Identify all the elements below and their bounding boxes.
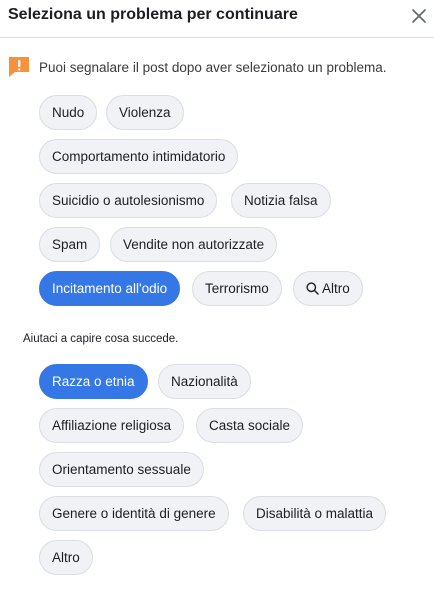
chip-label: Disabilità o malattia: [256, 506, 374, 521]
chip-label: Comportamento intimidatorio: [52, 149, 226, 164]
chip-label: Incitamento all'odio: [52, 281, 168, 296]
chip-label: Casta sociale: [209, 418, 291, 433]
subcategory-chip-nazionalita[interactable]: Nazionalità: [158, 364, 251, 399]
chip-label: Notizia falsa: [244, 193, 318, 208]
chip-label: Suicidio o autolesionismo: [52, 193, 205, 208]
chip-label: Altro: [322, 281, 350, 296]
problem-chip-comportamento-intimidatorio[interactable]: Comportamento intimidatorio: [39, 139, 239, 174]
subcategory-chip-razza-etnia[interactable]: Razza o etnia: [39, 364, 148, 399]
problem-chip-incitamento-odio[interactable]: Incitamento all'odio: [39, 271, 181, 306]
problem-chip-suicidio[interactable]: Suicidio o autolesionismo: [39, 183, 218, 218]
problem-chip-violenza[interactable]: Violenza: [106, 95, 184, 130]
chip-label: Terrorismo: [205, 281, 269, 296]
chip-label: Violenza: [119, 105, 171, 120]
exclamation-flag-icon: [9, 57, 29, 77]
dialog-header: Seleziona un problema per continuare: [0, 0, 434, 38]
chip-label: Genere o identità di genere: [52, 506, 216, 521]
chip-label: Orientamento sessuale: [52, 462, 191, 477]
chip-label: Razza o etnia: [52, 374, 135, 389]
chip-label: Nazionalità: [171, 374, 238, 389]
subcategory-chip-disabilita-malattia[interactable]: Disabilità o malattia: [243, 496, 387, 531]
close-button[interactable]: [405, 2, 433, 30]
problem-chip-notizia-falsa[interactable]: Notizia falsa: [231, 183, 331, 218]
dialog-title: Seleziona un problema per continuare: [8, 6, 298, 23]
problem-chip-vendite-non-autorizzate[interactable]: Vendite non autorizzate: [110, 227, 278, 262]
problem-chip-spam[interactable]: Spam: [39, 227, 101, 262]
problem-chip-terrorismo[interactable]: Terrorismo: [192, 271, 282, 306]
chip-label: Nudo: [52, 105, 85, 120]
subcategory-chip-genere[interactable]: Genere o identità di genere: [39, 496, 229, 531]
search-icon: [306, 282, 319, 295]
helper-text: Aiutaci a capire cosa succede.: [23, 333, 179, 345]
close-icon: [412, 9, 426, 23]
chip-label: Vendite non autorizzate: [123, 237, 265, 252]
problem-chip-nudo[interactable]: Nudo: [39, 95, 98, 130]
chip-label: Altro: [52, 550, 80, 565]
subcategory-chip-altro[interactable]: Altro: [39, 540, 93, 575]
subcategory-chip-affiliazione-religiosa[interactable]: Affiliazione religiosa: [39, 408, 185, 443]
problem-chip-altro[interactable]: Altro: [293, 271, 363, 306]
subcategory-chip-orientamento-sessuale[interactable]: Orientamento sessuale: [39, 452, 204, 487]
chip-label: Affiliazione religiosa: [52, 418, 172, 433]
chip-label: Spam: [52, 237, 88, 252]
subcategory-chip-casta-sociale[interactable]: Casta sociale: [196, 408, 304, 443]
notice-text: Puoi segnalare il post dopo aver selezio…: [39, 60, 387, 75]
report-dialog: Seleziona un problema per continuare Puo…: [0, 0, 434, 590]
